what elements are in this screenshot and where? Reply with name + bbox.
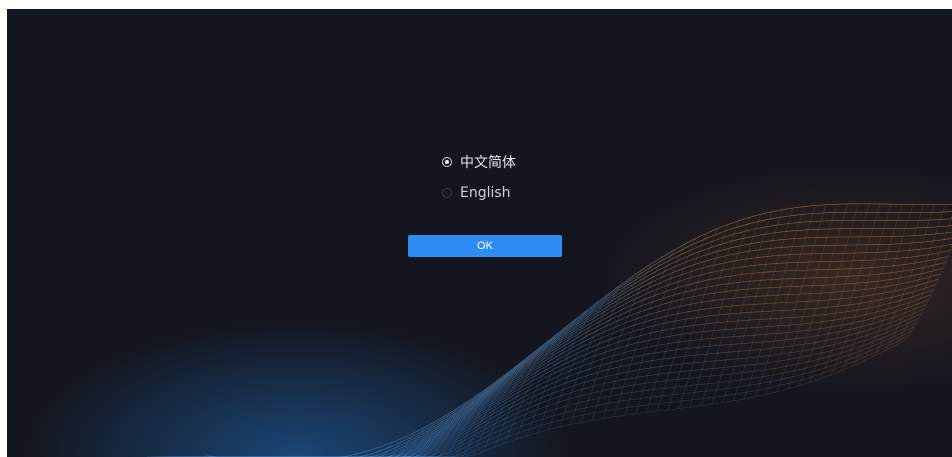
background-wave-mesh — [147, 203, 952, 457]
wave-line — [175, 284, 936, 457]
wave-line — [180, 273, 941, 457]
language-option-label: 中文简体 — [460, 155, 516, 171]
ok-button[interactable]: OK — [408, 235, 562, 257]
wave-line — [168, 299, 929, 457]
radio-selected-icon[interactable] — [442, 157, 452, 167]
wave-cross-line — [440, 378, 501, 457]
wave-line — [173, 289, 934, 457]
wave-line — [190, 250, 951, 457]
wave-line — [151, 330, 912, 457]
wave-line — [199, 225, 952, 457]
wave-line — [171, 294, 932, 457]
wave-cross-line — [906, 245, 952, 340]
wave-line — [185, 262, 946, 457]
language-option-label: English — [460, 185, 511, 201]
wave-cross-line — [342, 438, 403, 457]
wave-cross-line — [646, 233, 707, 413]
wave-line — [159, 317, 920, 457]
wave-line — [149, 334, 910, 457]
wave-cross-line — [895, 215, 952, 345]
wave-line — [197, 231, 952, 457]
wave-line — [147, 338, 908, 457]
radio-unselected-icon[interactable] — [442, 188, 452, 198]
wave-cross-line — [505, 327, 566, 444]
language-option-chinese[interactable]: 中文简体 — [442, 151, 564, 173]
wave-line — [166, 304, 927, 457]
language-dialog: 中文简体 English OK — [408, 151, 564, 257]
wave-line — [156, 322, 917, 457]
language-select-screen: 中文简体 English OK — [7, 9, 952, 457]
wave-cross-line — [885, 204, 946, 351]
wave-line — [192, 244, 952, 457]
wave-line — [183, 267, 944, 457]
wave-cross-line — [613, 250, 675, 417]
language-option-english[interactable]: English — [442, 182, 564, 204]
